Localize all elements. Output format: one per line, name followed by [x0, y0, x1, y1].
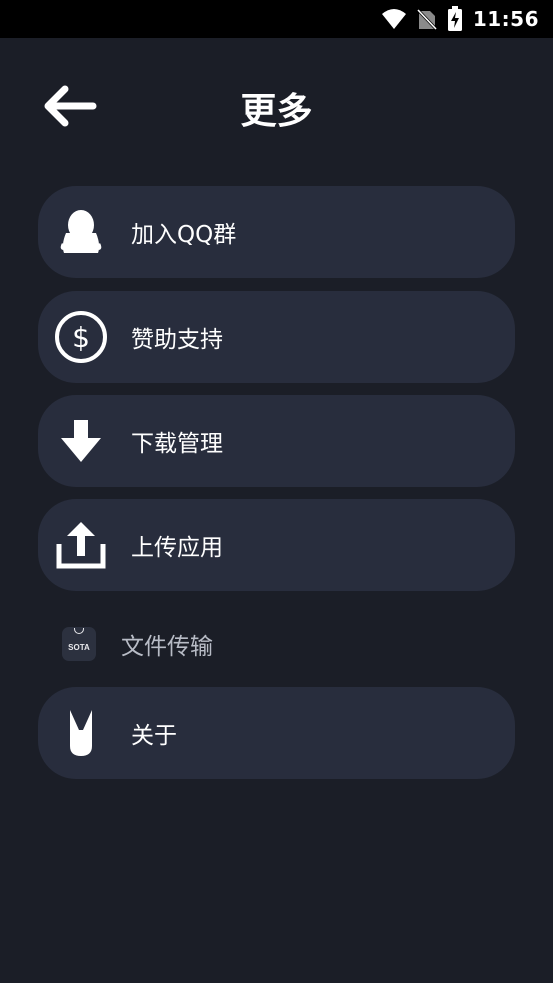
menu-item-sponsor[interactable]: $ 赞助支持: [38, 291, 515, 383]
about-logo-icon: [53, 705, 109, 761]
menu-item-label: 下载管理: [131, 431, 223, 457]
menu-item-label: 文件传输: [121, 634, 213, 660]
header: 更多: [0, 38, 553, 168]
upload-icon: [53, 517, 109, 573]
menu-item-upload-app[interactable]: 上传应用: [38, 499, 515, 591]
status-icons: 11:56: [381, 0, 539, 38]
status-time: 11:56: [472, 7, 539, 31]
no-sim-icon: [416, 8, 437, 30]
qq-penguin-icon: [53, 204, 109, 260]
menu-item-file-transfer[interactable]: SOTA 文件传输: [62, 618, 362, 670]
page-title: 更多: [240, 91, 313, 132]
wifi-icon: [381, 8, 407, 30]
sota-app-icon: SOTA: [62, 627, 96, 661]
menu-item-download-manager[interactable]: 下载管理: [38, 395, 515, 487]
menu-item-label: 加入QQ群: [131, 222, 237, 248]
menu-item-label: 关于: [131, 723, 177, 749]
download-arrow-icon: [53, 413, 109, 469]
menu-item-label: 上传应用: [131, 535, 223, 561]
dollar-circle-icon: $: [53, 309, 109, 365]
svg-text:$: $: [72, 321, 90, 354]
battery-charging-icon: [447, 6, 463, 32]
status-bar: 11:56: [0, 0, 553, 38]
sota-icon-text: SOTA: [68, 642, 90, 652]
menu-item-about[interactable]: 关于: [38, 687, 515, 779]
menu-item-join-qq-group[interactable]: 加入QQ群: [38, 186, 515, 278]
menu-item-label: 赞助支持: [131, 327, 223, 353]
